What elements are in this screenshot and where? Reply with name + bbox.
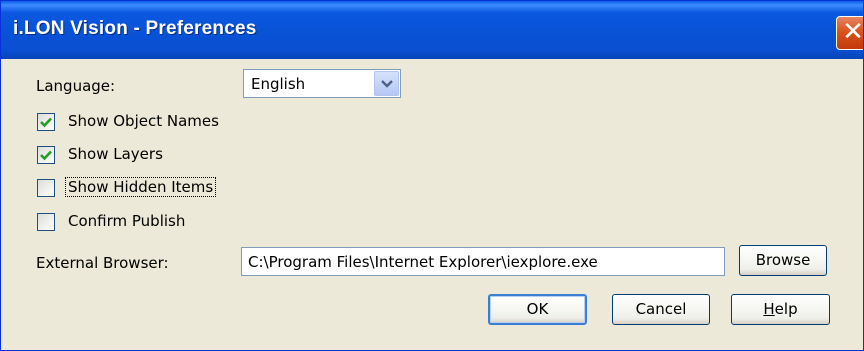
show-object-names-checkbox[interactable] (37, 113, 55, 131)
show-object-names-label: Show Object Names (68, 112, 219, 130)
language-value: English (251, 75, 306, 93)
language-dropdown-button[interactable] (374, 71, 399, 96)
close-icon: ✕ (842, 17, 864, 47)
help-button[interactable]: Help (731, 294, 830, 325)
checkmark-icon (40, 117, 52, 128)
external-browser-input[interactable] (242, 248, 724, 275)
confirm-publish-checkbox[interactable] (37, 213, 55, 231)
external-browser-label: External Browser: (36, 254, 169, 272)
show-hidden-items-label: Show Hidden Items (65, 177, 217, 197)
cancel-button[interactable]: Cancel (612, 294, 710, 325)
language-label: Language: (36, 77, 116, 95)
browse-button[interactable]: Browse (739, 245, 827, 276)
help-mnemonic: H (763, 300, 775, 318)
confirm-publish-label: Confirm Publish (68, 212, 186, 230)
external-browser-field[interactable] (241, 247, 725, 276)
checkmark-icon (40, 150, 52, 161)
show-layers-label: Show Layers (68, 145, 163, 163)
ok-button[interactable]: OK (488, 294, 587, 325)
preferences-dialog: i.LON Vision - Preferences ✕ Language: E… (0, 0, 864, 351)
show-hidden-items-checkbox[interactable] (37, 179, 55, 197)
close-button[interactable]: ✕ (836, 16, 864, 50)
chevron-down-icon (381, 80, 393, 88)
language-select[interactable]: English (243, 69, 401, 98)
title-bar[interactable]: i.LON Vision - Preferences ✕ (1, 1, 863, 59)
show-layers-checkbox[interactable] (37, 146, 55, 164)
help-label-rest: elp (774, 300, 798, 318)
window-title: i.LON Vision - Preferences (13, 18, 257, 39)
